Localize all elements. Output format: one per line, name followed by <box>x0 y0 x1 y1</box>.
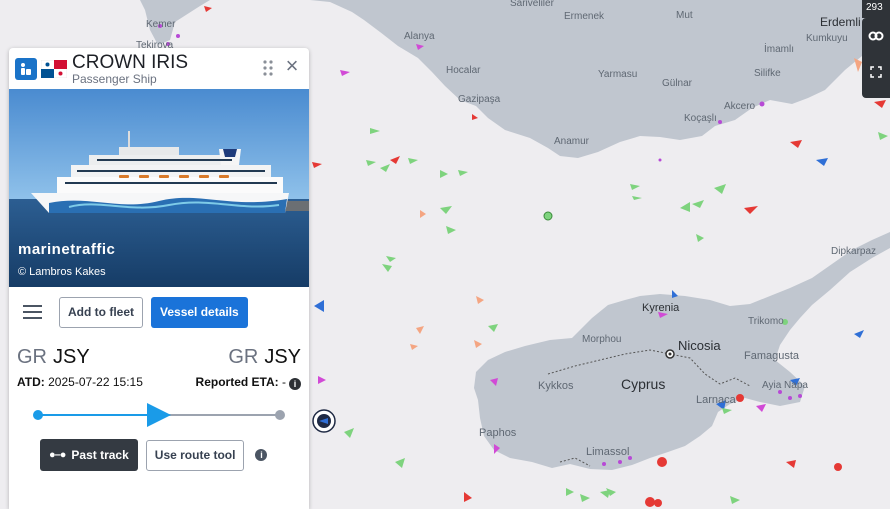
atd-label: ATD: <box>17 375 45 389</box>
use-route-tool-button[interactable]: Use route tool <box>145 439 245 471</box>
place-label-kykkos: Kykkos <box>538 380 574 392</box>
place-label-nicosia: Nicosia <box>678 338 721 353</box>
panel-header: CROWN IRIS Passenger Ship × <box>9 48 309 89</box>
place-label-akcero: Akcero <box>724 101 756 112</box>
zoom-readout: 293 <box>862 0 890 18</box>
place-label-larnaca: Larnaca <box>696 394 736 406</box>
progress-remaining <box>159 414 281 416</box>
place-label-kumkuyu: Kumkuyu <box>806 33 848 44</box>
menu-icon[interactable] <box>17 297 51 327</box>
track-icon: ●–● <box>49 449 66 461</box>
reported-eta: Reported ETA: -i <box>196 375 301 390</box>
route-tool-info-icon[interactable]: i <box>255 449 268 461</box>
place-label-ayia-napa: Ayia Napa <box>762 380 808 391</box>
place-label-yarmasu: Yarmasu <box>598 69 638 80</box>
track-actions: ●–● Past track Use route tool i <box>9 439 309 471</box>
past-track-label: Past track <box>71 448 129 462</box>
voyage-progress-bar <box>33 391 285 435</box>
place-label-anamur: Anamur <box>554 136 590 147</box>
arrival-country: GR <box>228 345 259 368</box>
place-label-cyprus: Cyprus <box>621 376 666 392</box>
panama-flag <box>40 59 68 78</box>
place-label-limassol: Limassol <box>586 446 630 458</box>
departure-port-code: JSY <box>53 345 90 368</box>
place-label-kemer: Kemer <box>146 19 176 30</box>
close-icon[interactable]: × <box>281 55 303 78</box>
place-label-morphou: Morphou <box>582 334 622 345</box>
voyage-times: ATD: 2025-07-22 15:15 Reported ETA: -i <box>9 373 309 391</box>
vessel-position-arrow-icon <box>147 403 171 427</box>
atd: ATD: 2025-07-22 15:15 <box>17 375 143 389</box>
vessel-type: Passenger Ship <box>72 71 157 86</box>
past-track-button[interactable]: ●–● Past track <box>40 439 138 471</box>
place-label-erdemli: Erdemli <box>820 15 861 29</box>
place-label-sariveliler: Sariveliler <box>510 0 554 9</box>
progress-end-dot <box>275 410 285 420</box>
vessel-info-panel: CROWN IRIS Passenger Ship × marinetraffi… <box>9 48 309 509</box>
progress-completed <box>37 414 159 416</box>
vessel-name: CROWN IRIS <box>72 51 189 73</box>
departure-country: GR <box>17 345 47 368</box>
place-label-gazipasa: Gazipaşa <box>458 94 501 105</box>
fullscreen-icon[interactable] <box>862 54 890 90</box>
layers-icon[interactable] <box>862 18 890 54</box>
place-label-gulnar: Gülnar <box>662 78 693 89</box>
place-label-famagusta: Famagusta <box>744 350 800 362</box>
place-label-ermenek: Ermenek <box>564 11 605 22</box>
place-label-imamli: İmamlı <box>764 44 794 55</box>
place-label-trikomo: Trikomo <box>748 316 784 327</box>
place-label-kocasli: Koçaşlı <box>684 113 717 124</box>
place-label-mut: Mut <box>676 10 693 21</box>
photo-watermark: marinetraffic <box>18 241 116 258</box>
panel-actions: Add to fleet Vessel details <box>9 287 309 337</box>
place-label-dipkarpaz: Dipkarpaz <box>831 246 877 257</box>
eta-value: - <box>282 374 286 389</box>
drag-handle-icon[interactable] <box>263 60 273 81</box>
departure-port[interactable]: GR JSY <box>17 346 90 369</box>
info-icon[interactable]: i <box>289 377 301 390</box>
place-label-silifke: Silifke <box>754 68 781 79</box>
map-controls <box>862 18 890 98</box>
vessel-photo[interactable]: marinetraffic © Lambros Kakes <box>9 89 309 287</box>
passenger-icon <box>15 57 37 80</box>
eta-label: Reported ETA: <box>195 374 279 389</box>
progress-start-dot <box>33 410 43 420</box>
place-label-hocalar: Hocalar <box>446 65 481 76</box>
vessel-details-button[interactable]: Vessel details <box>151 296 248 328</box>
arrival-port-code: JSY <box>264 345 301 368</box>
atd-value: 2025-07-22 15:15 <box>48 375 143 389</box>
place-label-alanya: Alanya <box>404 31 435 42</box>
voyage-ports: GR JSY GR JSY <box>9 342 309 372</box>
arrival-port[interactable]: GR JSY <box>228 346 301 369</box>
add-to-fleet-button[interactable]: Add to fleet <box>59 296 143 328</box>
place-label-kyrenia: Kyrenia <box>642 302 680 314</box>
photo-credit: © Lambros Kakes <box>18 266 106 278</box>
place-label-paphos: Paphos <box>479 427 517 439</box>
